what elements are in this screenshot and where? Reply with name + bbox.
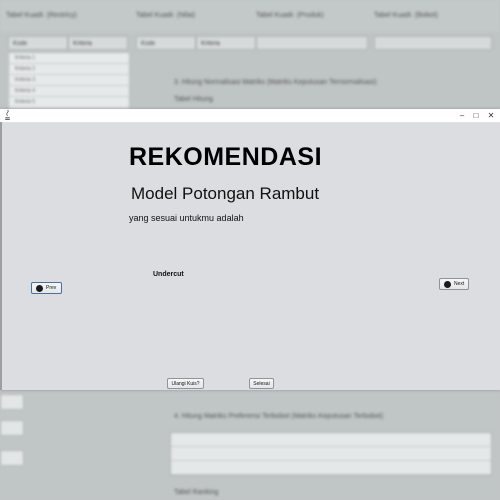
background-table-header: Kode [136, 36, 196, 50]
finish-label: Selesai [253, 380, 270, 387]
retry-quiz-label: Ulangi Kuis? [171, 380, 200, 387]
background-table-header: Kode [8, 36, 68, 50]
prev-button-label: Prev [46, 285, 57, 291]
window-left-edge [0, 122, 2, 390]
background-column-header: Tabel Kuadr. (Bobot) [374, 12, 438, 19]
java-app-icon [4, 110, 11, 120]
maximize-button[interactable]: □ [469, 109, 483, 122]
background-column-header: Tabel Kuadr. (Nilai) [136, 12, 196, 19]
title-bar[interactable]: – □ ✕ [0, 109, 500, 123]
background-table-row [171, 461, 491, 475]
background-table-header: Kriteria [68, 36, 128, 50]
background-left-table: Kriteria 1 Kriteria 2 Kriteria 3 Kriteri… [8, 52, 130, 110]
minimize-button[interactable]: – [455, 109, 469, 122]
background-bottom-table [170, 432, 492, 476]
background-header-row: Tabel Kuadr. (Restricy) Tabel Kuadr. (Ni… [0, 0, 500, 32]
prev-icon [36, 284, 43, 292]
next-icon [444, 280, 451, 288]
background-table-row: Kriteria 1 [9, 53, 129, 64]
background-section-heading: 3. Hitung Normalisasi Matriks (Matriks K… [174, 79, 377, 86]
background-field [0, 420, 24, 436]
background-field [0, 450, 24, 466]
background-table-row: Kriteria 5 [9, 97, 129, 108]
background-column-header: Tabel Kuadr. (Produk) [256, 12, 324, 19]
page-subtitle: Model Potongan Rambut [131, 184, 320, 203]
background-footer-text: Tabel Ranking [174, 489, 219, 496]
retry-quiz-button[interactable]: Ulangi Kuis? [167, 378, 204, 389]
background-table-header [256, 36, 368, 50]
next-button-label: Next [454, 281, 465, 287]
background-table-row: Kriteria 4 [9, 86, 129, 97]
background-table-row [171, 447, 491, 461]
background-section-heading: 4. Hitung Matriks Preferensi Terbobot (M… [174, 413, 384, 420]
finish-button[interactable]: Selesai [249, 378, 274, 389]
background-table-row: Kriteria 2 [9, 64, 129, 75]
background-table-header: Kriteria [196, 36, 256, 50]
close-button[interactable]: ✕ [484, 109, 498, 122]
background-table-row [171, 433, 491, 447]
next-button[interactable]: Next [439, 278, 469, 290]
background-section-subheading: Tabel Hitung [174, 96, 213, 103]
background-field [0, 394, 24, 410]
page-title: REKOMENDASI [129, 143, 323, 171]
description-text: yang sesuai untukmu adalah [129, 213, 244, 223]
background-table-row: Kriteria 3 [9, 75, 129, 86]
background-column-header: Tabel Kuadr. (Restricy) [6, 12, 77, 19]
recommendation-result: Undercut [153, 271, 184, 278]
background-table-header [374, 36, 492, 50]
prev-button[interactable]: Prev [31, 282, 62, 294]
